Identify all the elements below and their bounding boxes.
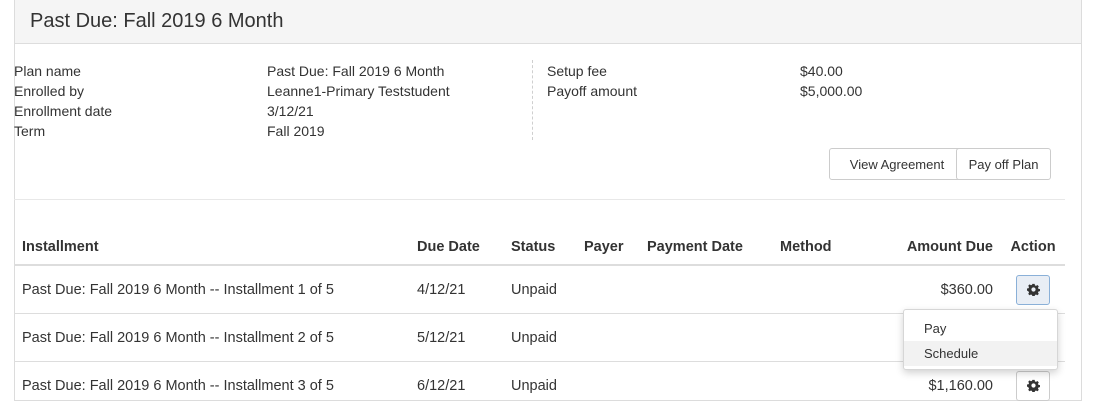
action-dropdown-menu: Pay Schedule [903,309,1058,370]
menu-item-schedule[interactable]: Schedule [904,341,1057,366]
details-labels-left: Plan name Enrolled by Enrollment date Te… [14,61,112,141]
payoff-amount-label: Payoff amount [547,81,637,101]
panel-title: Past Due: Fall 2019 6 Month [15,0,1081,44]
column-header-action: Action [1001,230,1065,265]
status-cell: Unpaid [503,362,576,409]
setup-fee-label: Setup fee [547,61,637,81]
column-header-method: Method [772,230,870,265]
payment-date-cell [639,314,772,362]
payer-cell [576,265,639,314]
gear-icon [1027,283,1040,296]
method-cell [772,314,870,362]
payer-cell [576,314,639,362]
table-header-row: Installment Due Date Status Payer Paymen… [14,230,1065,265]
status-cell: Unpaid [503,265,576,314]
column-header-amount-due: Amount Due [870,230,1001,265]
enrollment-date-value: 3/12/21 [267,101,450,121]
due-date-cell: 4/12/21 [409,265,503,314]
column-header-installment: Installment [14,230,409,265]
action-cell [1001,265,1065,314]
payment-date-cell [639,362,772,409]
details-values-right: $40.00 $5,000.00 [800,61,862,101]
enrolled-by-value: Leanne1-Primary Teststudent [267,81,450,101]
due-date-cell: 5/12/21 [409,314,503,362]
details-divider [532,60,533,140]
pay-off-plan-button[interactable]: Pay off Plan [956,148,1051,180]
term-label: Term [14,121,112,141]
section-divider [14,199,1065,200]
payer-cell [576,362,639,409]
method-cell [772,362,870,409]
gear-icon [1027,379,1040,392]
amount-due-cell: $360.00 [870,265,1001,314]
status-cell: Unpaid [503,314,576,362]
enrollment-date-label: Enrollment date [14,101,112,121]
term-value: Fall 2019 [267,121,450,141]
plan-name-label: Plan name [14,61,112,81]
details-values-left: Past Due: Fall 2019 6 Month Leanne1-Prim… [267,61,450,141]
action-button[interactable] [1016,371,1050,401]
payoff-amount-value: $5,000.00 [800,81,862,101]
installment-cell: Past Due: Fall 2019 6 Month -- Installme… [14,362,409,409]
method-cell [772,265,870,314]
due-date-cell: 6/12/21 [409,362,503,409]
column-header-status: Status [503,230,576,265]
installment-cell: Past Due: Fall 2019 6 Month -- Installme… [14,265,409,314]
table-row: Past Due: Fall 2019 6 Month -- Installme… [14,265,1065,314]
installment-cell: Past Due: Fall 2019 6 Month -- Installme… [14,314,409,362]
column-header-due-date: Due Date [409,230,503,265]
plan-name-value: Past Due: Fall 2019 6 Month [267,61,450,81]
enrolled-by-label: Enrolled by [14,81,112,101]
details-labels-right: Setup fee Payoff amount [547,61,637,101]
action-button[interactable] [1016,275,1050,305]
column-header-payment-date: Payment Date [639,230,772,265]
payment-date-cell [639,265,772,314]
column-header-payer: Payer [576,230,639,265]
menu-item-pay[interactable]: Pay [904,316,1057,341]
setup-fee-value: $40.00 [800,61,862,81]
view-agreement-button[interactable]: View Agreement [829,148,965,180]
